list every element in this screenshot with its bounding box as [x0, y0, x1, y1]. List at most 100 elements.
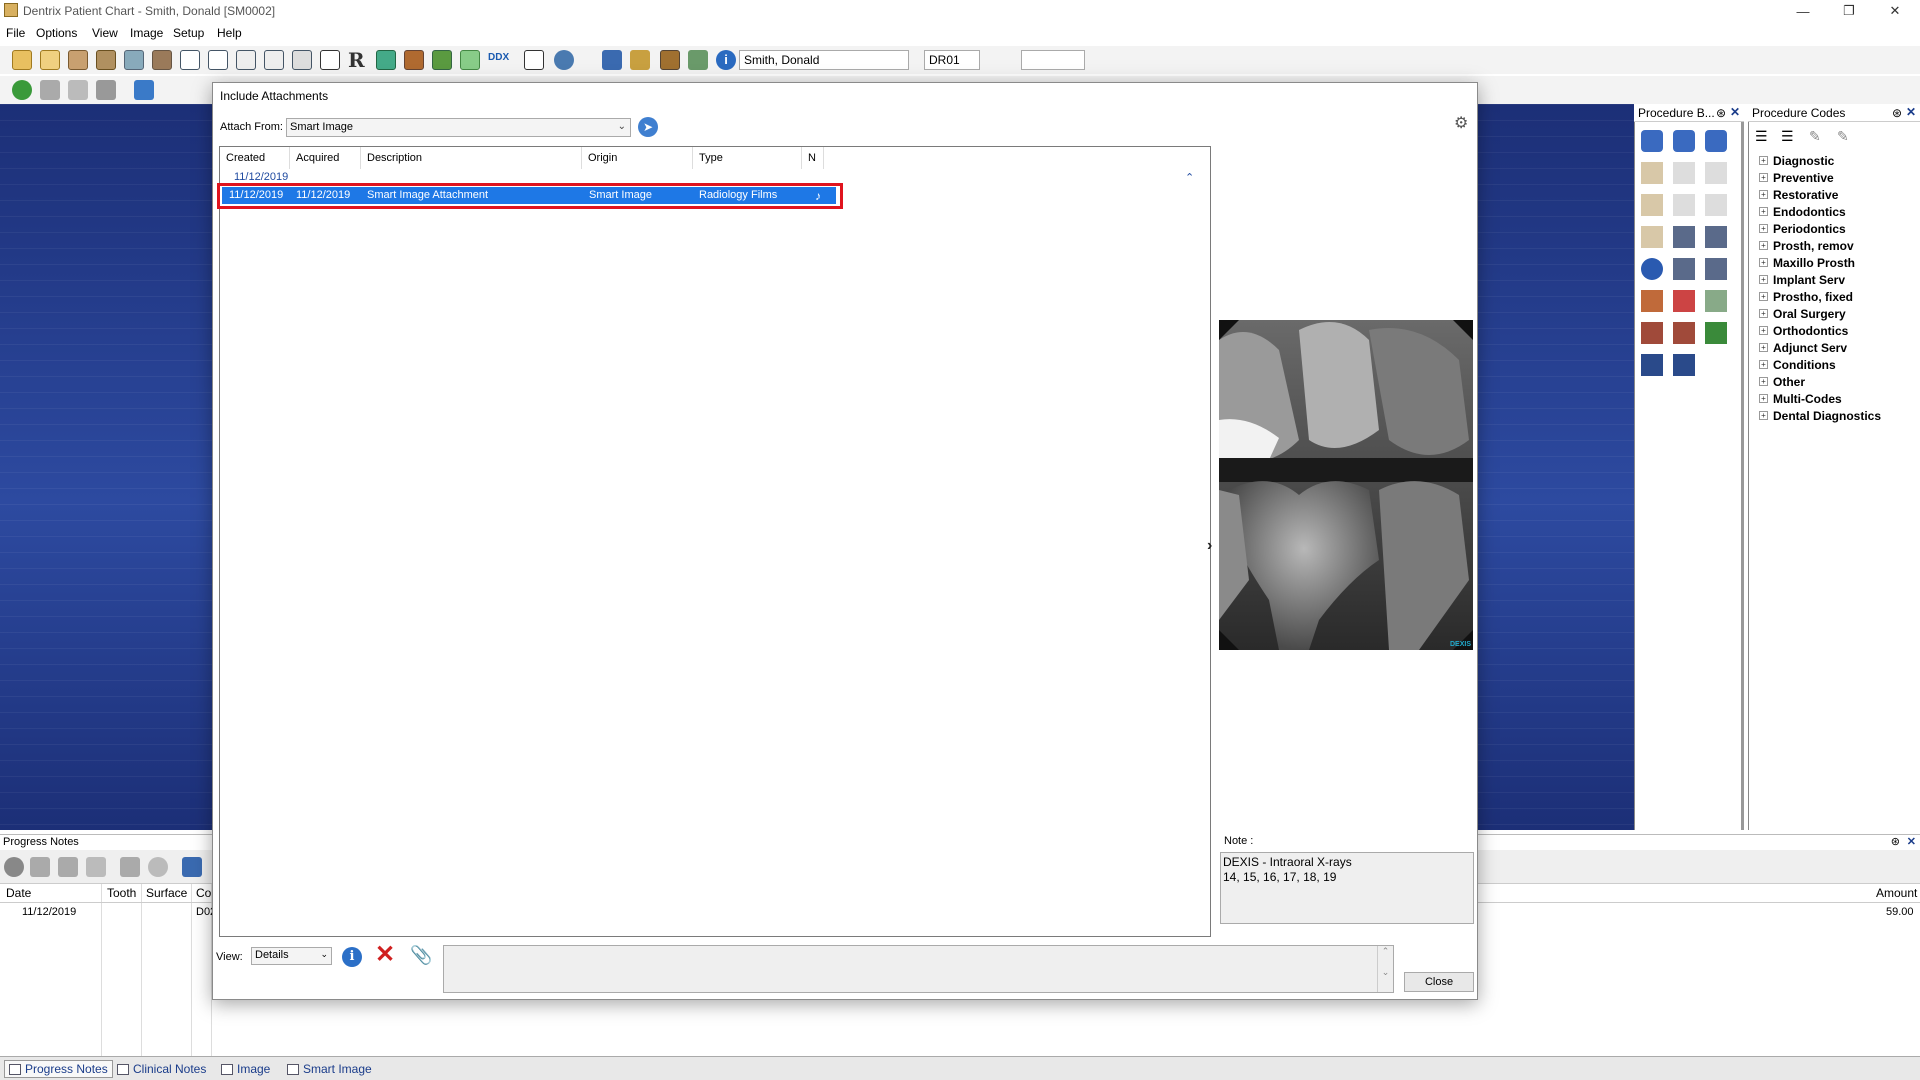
books-icon[interactable]	[404, 50, 424, 70]
edit-icon[interactable]	[152, 50, 172, 70]
procedure-button-icon[interactable]	[1641, 322, 1663, 344]
attach-icon[interactable]: 📎	[410, 945, 432, 966]
form-icon[interactable]	[180, 50, 200, 70]
procedure-button-icon[interactable]	[1673, 130, 1695, 152]
expand-plus-icon[interactable]: +	[1759, 156, 1768, 165]
procedure-code-category[interactable]: + Multi-Codes	[1759, 392, 1842, 406]
note-text[interactable]: DEXIS - Intraoral X-rays 14, 15, 16, 17,…	[1220, 852, 1474, 924]
procedure-code-category[interactable]: + Conditions	[1759, 358, 1836, 372]
expand-plus-icon[interactable]: +	[1759, 411, 1768, 420]
expand-plus-icon[interactable]: +	[1759, 258, 1768, 267]
procedure-code-category[interactable]: + Other	[1759, 375, 1805, 389]
users-icon[interactable]	[602, 50, 622, 70]
go-button[interactable]: ➤	[638, 117, 658, 137]
glasses-icon[interactable]	[460, 50, 480, 70]
column-header-created[interactable]: Created	[220, 147, 290, 169]
note-date[interactable]: 11/12/2019	[22, 906, 76, 918]
pen-icon[interactable]	[376, 50, 396, 70]
expand-plus-icon[interactable]: +	[1759, 309, 1768, 318]
delete-icon[interactable]: ✕	[375, 943, 395, 967]
procedure-button-icon[interactable]	[1673, 322, 1695, 344]
hand-icon[interactable]	[96, 80, 116, 100]
procedure-button-icon[interactable]	[1641, 130, 1663, 152]
memo-scrollbar[interactable]: ⌃ ⌄	[1377, 946, 1393, 992]
procedure-button-icon[interactable]	[1673, 290, 1695, 312]
procedure-button-icon[interactable]	[1641, 162, 1663, 184]
procedure-button-icon[interactable]	[1705, 194, 1727, 216]
print-icon[interactable]	[86, 857, 106, 877]
attach-from-select[interactable]: Smart Image ⌄	[286, 118, 631, 137]
expand-plus-icon[interactable]: +	[1759, 173, 1768, 182]
expand-plus-icon[interactable]: +	[1759, 292, 1768, 301]
expand-plus-icon[interactable]: +	[1759, 360, 1768, 369]
chart-icon[interactable]	[96, 50, 116, 70]
ddx-icon[interactable]: DDX	[488, 52, 509, 72]
procedure-code-category[interactable]: + Preventive	[1759, 171, 1834, 185]
expand-plus-icon[interactable]: +	[1759, 190, 1768, 199]
close-panel-icon[interactable]: ✕	[1907, 835, 1916, 848]
menu-view[interactable]: View	[92, 26, 118, 40]
procedure-button-icon[interactable]	[1705, 130, 1727, 152]
print-icon[interactable]	[40, 80, 60, 100]
procedure-button-icon[interactable]	[1641, 290, 1663, 312]
document2-icon[interactable]	[264, 50, 284, 70]
pencil2-icon[interactable]: ✎	[1837, 128, 1849, 145]
tools-icon[interactable]	[58, 857, 78, 877]
close-panel-icon[interactable]: ✕	[1906, 105, 1916, 119]
procedure-button-icon[interactable]	[1673, 258, 1695, 280]
family-file-icon[interactable]	[40, 50, 60, 70]
expand-plus-icon[interactable]: +	[1759, 275, 1768, 284]
check-icon[interactable]	[4, 857, 24, 877]
menu-setup[interactable]: Setup	[173, 26, 204, 40]
procedure-code-category[interactable]: + Prostho, fixed	[1759, 290, 1853, 304]
procedure-button-icon[interactable]	[1641, 226, 1663, 248]
filter-icon[interactable]	[120, 857, 140, 877]
column-header-acquired[interactable]: Acquired	[290, 147, 361, 169]
procedure-code-category[interactable]: + Restorative	[1759, 188, 1838, 202]
procedure-code-category[interactable]: + Adjunct Serv	[1759, 341, 1847, 355]
procedure-code-category[interactable]: + Maxillo Prosth	[1759, 256, 1855, 270]
column-header-description[interactable]: Description	[361, 147, 582, 169]
tab-image[interactable]: Image	[216, 1060, 275, 1078]
expand-plus-icon[interactable]: +	[1759, 343, 1768, 352]
column-header-tooth[interactable]: Tooth	[107, 886, 136, 900]
expand-plus-icon[interactable]: +	[1759, 394, 1768, 403]
expand-preview-icon[interactable]: ›	[1207, 537, 1212, 555]
perio-icon[interactable]	[124, 50, 144, 70]
tab-smart-image[interactable]: Smart Image	[282, 1060, 377, 1078]
procedure-button-icon[interactable]	[1705, 162, 1727, 184]
note-amount[interactable]: 59.00	[1886, 906, 1914, 918]
close-panel-icon[interactable]: ✕	[1730, 105, 1740, 119]
tab-progress-notes[interactable]: Progress Notes	[4, 1060, 113, 1078]
procedure-button-icon[interactable]	[1673, 162, 1695, 184]
pin-icon[interactable]: ⊛	[1891, 835, 1900, 848]
expand-plus-icon[interactable]: +	[1759, 326, 1768, 335]
pin-icon[interactable]: ⊛	[1716, 106, 1726, 120]
info-icon[interactable]: i	[716, 50, 736, 70]
download-icon[interactable]	[182, 857, 202, 877]
menu-file[interactable]: File	[6, 26, 25, 40]
bookmark-icon[interactable]	[660, 50, 680, 70]
tooth-outline-icon[interactable]	[320, 50, 340, 70]
minimize-button[interactable]: —	[1780, 0, 1826, 22]
cycle-icon[interactable]	[12, 80, 32, 100]
screen-icon[interactable]	[524, 50, 544, 70]
column-header-n[interactable]: N	[802, 147, 824, 169]
expand-plus-icon[interactable]: +	[1759, 224, 1768, 233]
procedure-button-icon[interactable]	[1641, 354, 1663, 376]
procedure-button-icon[interactable]	[1705, 322, 1727, 344]
pencil-icon[interactable]: ✎	[1809, 128, 1821, 145]
procedure-button-icon[interactable]	[1673, 354, 1695, 376]
procedure-button-icon[interactable]	[1641, 194, 1663, 216]
provider-selector[interactable]: DR01	[924, 50, 980, 70]
procedure-button-icon[interactable]	[1705, 258, 1727, 280]
column-header-amount[interactable]: Amount	[1876, 886, 1917, 900]
ledger-icon[interactable]	[68, 50, 88, 70]
refresh-icon[interactable]	[688, 50, 708, 70]
detail-view-icon[interactable]: ☰	[1781, 128, 1794, 145]
collapse-icon[interactable]: ⌃	[1185, 171, 1194, 184]
schedule-icon[interactable]	[432, 50, 452, 70]
procedure-code-category[interactable]: + Orthodontics	[1759, 324, 1848, 338]
menu-options[interactable]: Options	[36, 26, 77, 40]
expand-plus-icon[interactable]: +	[1759, 207, 1768, 216]
